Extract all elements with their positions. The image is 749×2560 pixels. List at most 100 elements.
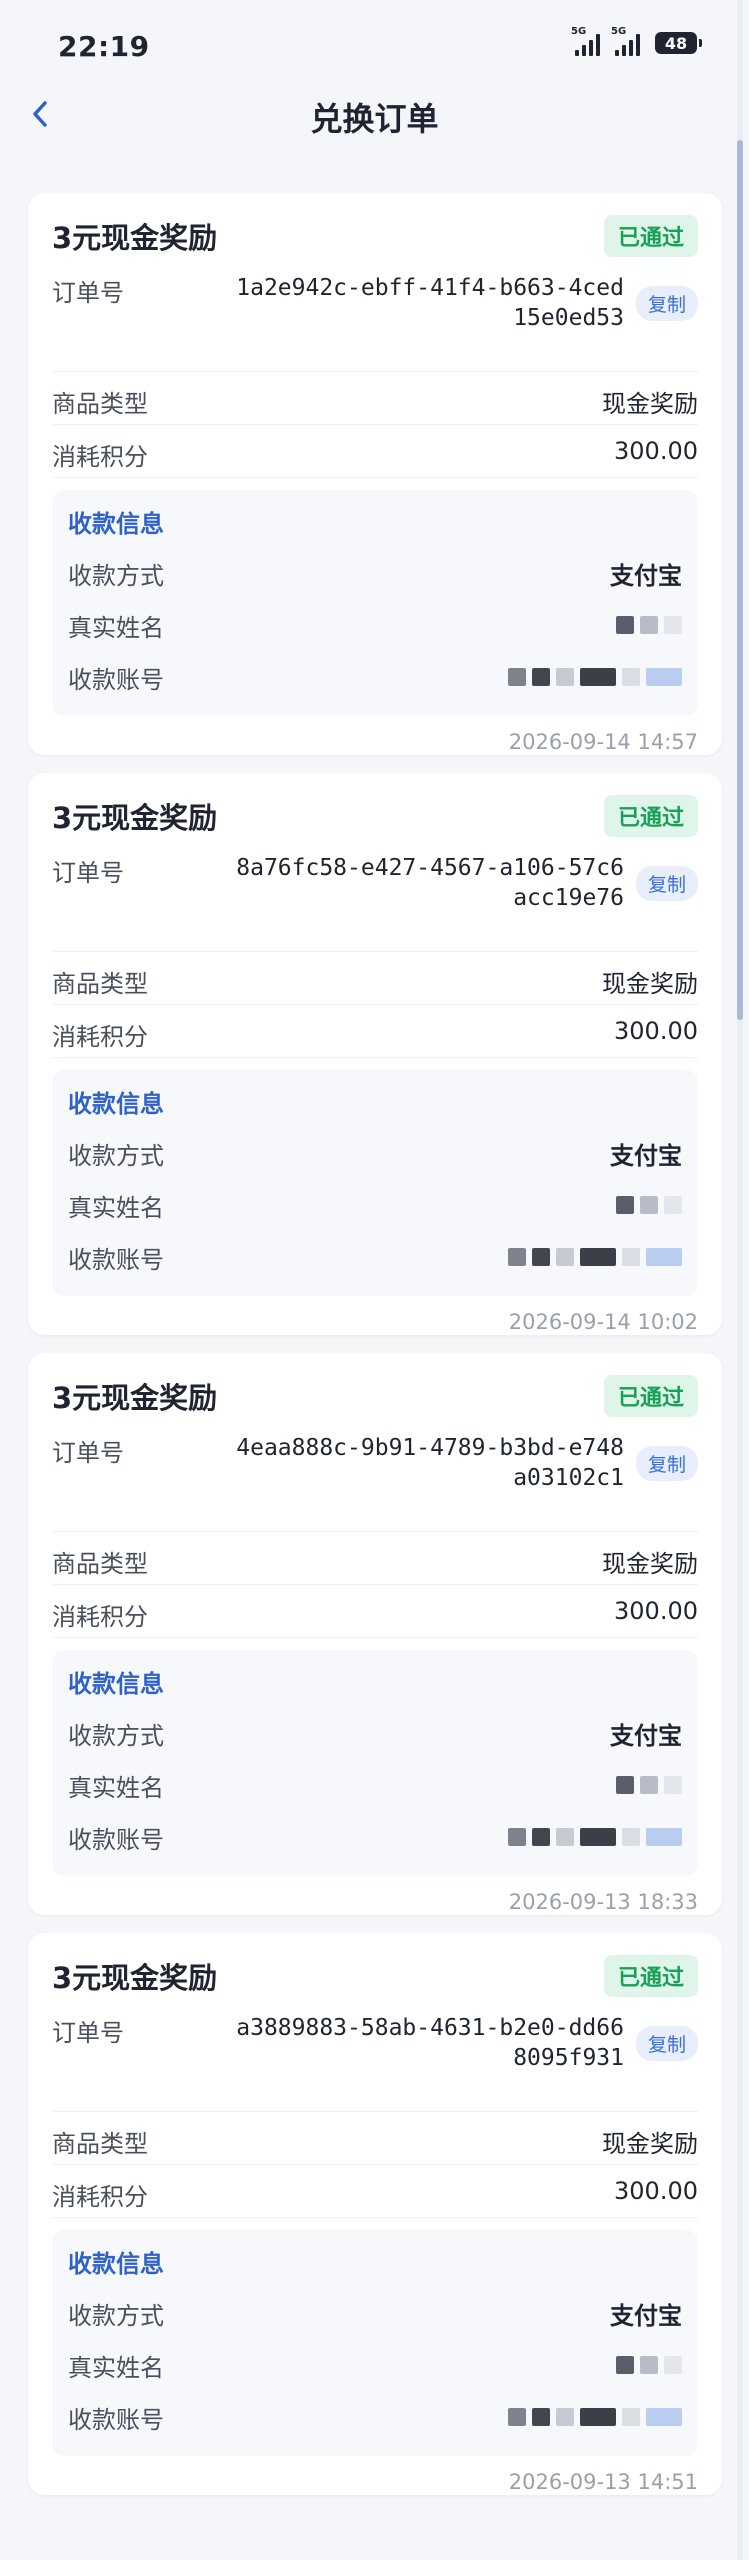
- points-row: 消耗积分 300.00: [52, 1585, 698, 1638]
- pay-method-label: 收款方式: [68, 2301, 164, 2330]
- payment-info-title: 收款信息: [68, 510, 164, 538]
- copy-button[interactable]: 复制: [635, 2025, 698, 2061]
- account-redacted: [508, 2408, 682, 2426]
- card-header: 3元现金奖励 已通过: [52, 793, 698, 839]
- page-title: 兑换订单: [310, 100, 439, 138]
- real-name-row: 真实姓名: [68, 599, 682, 651]
- payment-info-title: 收款信息: [68, 1090, 164, 1118]
- payment-info-box: 收款信息 收款方式 支付宝 真实姓名 收款账号: [52, 1650, 698, 1876]
- product-type-value: 现金奖励: [602, 2130, 698, 2158]
- payment-info-box: 收款信息 收款方式 支付宝 真实姓名 收款账号: [52, 2230, 698, 2456]
- pay-method-value: 支付宝: [610, 2301, 682, 2330]
- product-type-label: 商品类型: [52, 2130, 148, 2158]
- pay-method-row: 收款方式 支付宝: [68, 1707, 682, 1759]
- card-header: 3元现金奖励 已通过: [52, 213, 698, 259]
- pay-method-label: 收款方式: [68, 1141, 164, 1170]
- account-redacted: [508, 1828, 682, 1846]
- real-name-redacted: [616, 616, 682, 634]
- order-time: 2026-09-14 14:57: [508, 730, 698, 754]
- card-title: 3元现金奖励: [52, 801, 218, 835]
- battery-icon: 48: [655, 32, 702, 54]
- copy-button[interactable]: 复制: [635, 285, 698, 321]
- payment-info-title: 收款信息: [68, 2250, 164, 2278]
- status-badge: 已通过: [603, 1955, 698, 1997]
- signal-icon: 5G: [571, 26, 605, 56]
- product-type-label: 商品类型: [52, 970, 148, 998]
- product-type-label: 商品类型: [52, 390, 148, 418]
- order-number-row: 订单号 a3889883-58ab-4631-b2e0-dd668095f931…: [52, 1999, 698, 2112]
- real-name-label: 真实姓名: [68, 613, 164, 642]
- scrollbar-thumb[interactable]: [737, 140, 743, 1020]
- status-icons: 5G 5G 48: [571, 26, 702, 56]
- pay-method-label: 收款方式: [68, 1721, 164, 1750]
- card-title: 3元现金奖励: [52, 221, 218, 255]
- real-name-row: 真实姓名: [68, 2339, 682, 2391]
- signal-label: 5G: [611, 26, 627, 37]
- card-title: 3元现金奖励: [52, 1961, 218, 1995]
- real-name-row: 真实姓名: [68, 1179, 682, 1231]
- real-name-label: 真实姓名: [68, 1773, 164, 1802]
- account-redacted: [508, 668, 682, 686]
- signal-icon: 5G: [611, 26, 645, 56]
- points-row: 消耗积分 300.00: [52, 1005, 698, 1058]
- account-redacted: [508, 1248, 682, 1266]
- real-name-label: 真实姓名: [68, 2353, 164, 2382]
- status-badge: 已通过: [603, 795, 698, 837]
- account-row: 收款账号: [68, 1231, 682, 1283]
- account-row: 收款账号: [68, 1811, 682, 1863]
- pay-method-row: 收款方式 支付宝: [68, 2287, 682, 2339]
- points-row: 消耗积分 300.00: [52, 425, 698, 478]
- order-time: 2026-09-14 10:02: [508, 1310, 698, 1334]
- order-number-label: 订单号: [52, 279, 124, 307]
- order-time: 2026-09-13 18:33: [508, 1890, 698, 1914]
- order-id: 4eaa888c-9b91-4789-b3bd-e748a03102c1: [236, 1435, 624, 1491]
- account-label: 收款账号: [68, 665, 164, 694]
- copy-button[interactable]: 复制: [635, 1445, 698, 1481]
- card-header: 3元现金奖励 已通过: [52, 1953, 698, 1999]
- product-type-value: 现金奖励: [602, 390, 698, 418]
- order-number-row: 订单号 8a76fc58-e427-4567-a106-57c6acc19e76…: [52, 839, 698, 952]
- order-number-label: 订单号: [52, 859, 124, 887]
- account-row: 收款账号: [68, 2391, 682, 2443]
- status-badge: 已通过: [603, 1375, 698, 1417]
- order-id: 8a76fc58-e427-4567-a106-57c6acc19e76: [236, 855, 624, 911]
- order-card: 3元现金奖励 已通过 订单号 1a2e942c-ebff-41f4-b663-4…: [28, 193, 722, 755]
- points-value: 300.00: [614, 1017, 698, 1045]
- order-number-label: 订单号: [52, 1439, 124, 1467]
- points-label: 消耗积分: [52, 2183, 148, 2211]
- card-header: 3元现金奖励 已通过: [52, 1373, 698, 1419]
- points-label: 消耗积分: [52, 1603, 148, 1631]
- order-id: a3889883-58ab-4631-b2e0-dd668095f931: [236, 2015, 624, 2071]
- points-label: 消耗积分: [52, 1023, 148, 1051]
- order-number-row: 订单号 1a2e942c-ebff-41f4-b663-4ced15e0ed53…: [52, 259, 698, 372]
- status-bar: 22:19 5G 5G 48: [0, 0, 749, 92]
- card-title: 3元现金奖励: [52, 1381, 218, 1415]
- status-badge: 已通过: [603, 215, 698, 257]
- pay-method-value: 支付宝: [610, 1721, 682, 1750]
- pay-method-value: 支付宝: [610, 561, 682, 590]
- real-name-redacted: [616, 1196, 682, 1214]
- points-value: 300.00: [614, 437, 698, 465]
- payment-info-box: 收款信息 收款方式 支付宝 真实姓名 收款账号: [52, 490, 698, 716]
- real-name-redacted: [616, 2356, 682, 2374]
- pay-method-row: 收款方式 支付宝: [68, 1127, 682, 1179]
- account-label: 收款账号: [68, 1825, 164, 1854]
- order-number-label: 订单号: [52, 2019, 124, 2047]
- pay-method-row: 收款方式 支付宝: [68, 547, 682, 599]
- order-number-row: 订单号 4eaa888c-9b91-4789-b3bd-e748a03102c1…: [52, 1419, 698, 1532]
- product-type-value: 现金奖励: [602, 970, 698, 998]
- product-type-row: 商品类型 现金奖励: [52, 1532, 698, 1585]
- pay-method-label: 收款方式: [68, 561, 164, 590]
- payment-info-title: 收款信息: [68, 1670, 164, 1698]
- copy-button[interactable]: 复制: [635, 865, 698, 901]
- account-label: 收款账号: [68, 2405, 164, 2434]
- product-type-value: 现金奖励: [602, 1550, 698, 1578]
- points-label: 消耗积分: [52, 443, 148, 471]
- real-name-redacted: [616, 1776, 682, 1794]
- real-name-label: 真实姓名: [68, 1193, 164, 1222]
- order-id: 1a2e942c-ebff-41f4-b663-4ced15e0ed53: [236, 275, 624, 331]
- account-row: 收款账号: [68, 651, 682, 703]
- order-list: 3元现金奖励 已通过 订单号 1a2e942c-ebff-41f4-b663-4…: [28, 193, 722, 2513]
- signal-label: 5G: [571, 26, 587, 37]
- product-type-row: 商品类型 现金奖励: [52, 372, 698, 425]
